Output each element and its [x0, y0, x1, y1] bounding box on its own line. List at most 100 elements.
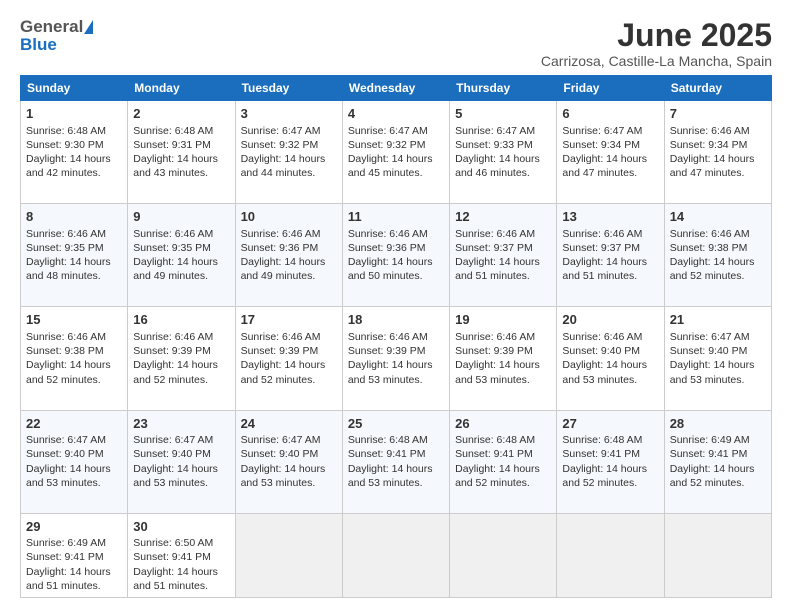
- daylight-minutes: and 53 minutes.: [26, 477, 101, 489]
- calendar-cell: 16Sunrise: 6:46 AMSunset: 9:39 PMDayligh…: [128, 307, 235, 410]
- calendar-cell: 20 Sunrise: 6:46 AM Sunset: 9:40 PM Dayligh…: [557, 307, 664, 410]
- day-number: 23: [133, 415, 229, 433]
- calendar-table: SundayMondayTuesdayWednesdayThursdayFrid…: [20, 75, 772, 598]
- day-number: 18: [348, 311, 444, 329]
- daylight-label: Daylight: 14 hours: [455, 153, 540, 165]
- day-number: 20: [562, 311, 658, 329]
- calendar-cell: 12Sunrise: 6:46 AMSunset: 9:37 PMDayligh…: [450, 204, 557, 307]
- daylight-minutes: and 44 minutes.: [241, 167, 316, 179]
- day-number: 26: [455, 415, 551, 433]
- sunrise-text: Sunrise: 6:46 AM: [455, 331, 535, 343]
- calendar-cell: [235, 513, 342, 597]
- sunrise-text: Sunrise: 6:47 AM: [26, 434, 106, 446]
- daylight-minutes: and 45 minutes.: [348, 167, 423, 179]
- sunset-text: Sunset: 9:41 PM: [26, 551, 104, 563]
- daylight-label: Daylight: 14 hours: [455, 359, 540, 371]
- sunrise-text: Sunrise: 6:49 AM: [26, 537, 106, 549]
- day-number: 5: [455, 105, 551, 123]
- calendar-cell: 5Sunrise: 6:47 AMSunset: 9:33 PMDaylight…: [450, 101, 557, 204]
- calendar-subtitle: Carrizosa, Castille-La Mancha, Spain: [541, 53, 772, 69]
- daylight-minutes: and 52 minutes.: [241, 374, 316, 386]
- daylight-label: Daylight: 14 hours: [133, 153, 218, 165]
- calendar-cell: 15Sunrise: 6:46 AMSunset: 9:38 PMDayligh…: [21, 307, 128, 410]
- calendar-cell: 7Sunrise: 6:46 AMSunset: 9:34 PMDaylight…: [664, 101, 771, 204]
- day-number: 24: [241, 415, 337, 433]
- sunset-text: Sunset: 9:40 PM: [562, 345, 640, 357]
- weekday-header: Sunday: [21, 76, 128, 101]
- daylight-minutes: and 53 minutes.: [348, 374, 423, 386]
- calendar-cell: 24Sunrise: 6:47 AMSunset: 9:40 PMDayligh…: [235, 410, 342, 513]
- logo: General Blue: [20, 18, 93, 55]
- sunrise-text: Sunrise: 6:47 AM: [670, 331, 750, 343]
- sunset-text: Sunset: 9:30 PM: [26, 139, 104, 151]
- daylight-minutes: and 51 minutes.: [133, 580, 208, 592]
- day-number: 15: [26, 311, 122, 329]
- daylight-label: Daylight: 14 hours: [348, 359, 433, 371]
- daylight-minutes: and 52 minutes.: [562, 477, 637, 489]
- day-number: 2: [133, 105, 229, 123]
- sunset-text: Sunset: 9:36 PM: [241, 242, 319, 254]
- day-number: 22: [26, 415, 122, 433]
- sunrise-text: Sunrise: 6:47 AM: [455, 125, 535, 137]
- daylight-minutes: and 53 minutes.: [455, 374, 530, 386]
- daylight-minutes: and 51 minutes.: [455, 270, 530, 282]
- sunset-text: Sunset: 9:41 PM: [670, 448, 748, 460]
- day-number: 28: [670, 415, 766, 433]
- page: General Blue June 2025 Carrizosa, Castil…: [0, 0, 792, 612]
- sunrise-text: Sunrise: 6:48 AM: [348, 434, 428, 446]
- sunrise-text: Sunrise: 6:47 AM: [241, 434, 321, 446]
- sunset-text: Sunset: 9:40 PM: [241, 448, 319, 460]
- daylight-minutes: and 52 minutes.: [26, 374, 101, 386]
- daylight-minutes: and 51 minutes.: [562, 270, 637, 282]
- sunrise-text: Sunrise: 6:50 AM: [133, 537, 213, 549]
- daylight-label: Daylight: 14 hours: [562, 463, 647, 475]
- daylight-label: Daylight: 14 hours: [455, 256, 540, 268]
- sunset-text: Sunset: 9:31 PM: [133, 139, 211, 151]
- daylight-label: Daylight: 14 hours: [133, 359, 218, 371]
- calendar-cell: 14Sunrise: 6:46 AMSunset: 9:38 PMDayligh…: [664, 204, 771, 307]
- sunrise-text: Sunrise: 6:47 AM: [348, 125, 428, 137]
- sunrise-text: Sunrise: 6:46 AM: [455, 228, 535, 240]
- day-number: 8: [26, 208, 122, 226]
- sunset-text: Sunset: 9:40 PM: [26, 448, 104, 460]
- daylight-minutes: and 53 minutes.: [562, 374, 637, 386]
- calendar-cell: 18Sunrise: 6:46 AMSunset: 9:39 PMDayligh…: [342, 307, 449, 410]
- weekday-header: Friday: [557, 76, 664, 101]
- weekday-header: Monday: [128, 76, 235, 101]
- sunset-text: Sunset: 9:32 PM: [348, 139, 426, 151]
- day-number: 21: [670, 311, 766, 329]
- daylight-label: Daylight: 14 hours: [133, 566, 218, 578]
- daylight-label: Daylight: 14 hours: [348, 256, 433, 268]
- calendar-cell: 6Sunrise: 6:47 AMSunset: 9:34 PMDaylight…: [557, 101, 664, 204]
- sunrise-text: Sunrise: 6:49 AM: [670, 434, 750, 446]
- sunset-text: Sunset: 9:38 PM: [26, 345, 104, 357]
- sunrise-text: Sunrise: 6:46 AM: [26, 228, 106, 240]
- daylight-minutes: and 47 minutes.: [562, 167, 637, 179]
- sunrise-text: Sunrise: 6:46 AM: [562, 331, 642, 343]
- daylight-label: Daylight: 14 hours: [670, 256, 755, 268]
- calendar-cell: 29Sunrise: 6:49 AMSunset: 9:41 PMDayligh…: [21, 513, 128, 597]
- daylight-label: Daylight: 14 hours: [562, 359, 647, 371]
- sunset-text: Sunset: 9:40 PM: [133, 448, 211, 460]
- sunset-text: Sunset: 9:34 PM: [562, 139, 640, 151]
- day-number: 7: [670, 105, 766, 123]
- logo-general-text: General: [20, 18, 83, 35]
- calendar-cell: [557, 513, 664, 597]
- logo-blue-text: Blue: [20, 35, 57, 54]
- day-number: 9: [133, 208, 229, 226]
- weekday-header: Thursday: [450, 76, 557, 101]
- calendar-cell: [342, 513, 449, 597]
- day-number: 16: [133, 311, 229, 329]
- logo-triangle-icon: [84, 20, 93, 34]
- daylight-minutes: and 49 minutes.: [133, 270, 208, 282]
- calendar-cell: 21Sunrise: 6:47 AMSunset: 9:40 PMDayligh…: [664, 307, 771, 410]
- sunrise-text: Sunrise: 6:48 AM: [562, 434, 642, 446]
- daylight-label: Daylight: 14 hours: [670, 153, 755, 165]
- day-number: 6: [562, 105, 658, 123]
- calendar-cell: 17Sunrise: 6:46 AMSunset: 9:39 PMDayligh…: [235, 307, 342, 410]
- daylight-label: Daylight: 14 hours: [26, 153, 111, 165]
- weekday-header: Saturday: [664, 76, 771, 101]
- daylight-label: Daylight: 14 hours: [26, 566, 111, 578]
- sunset-text: Sunset: 9:37 PM: [455, 242, 533, 254]
- daylight-minutes: and 47 minutes.: [670, 167, 745, 179]
